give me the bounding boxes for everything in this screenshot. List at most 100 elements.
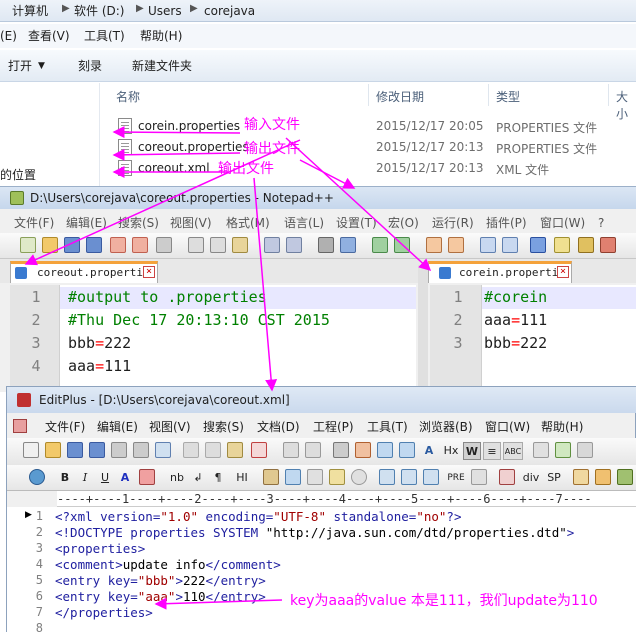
- undo-icon[interactable]: [264, 237, 280, 253]
- span-button[interactable]: SP: [545, 469, 563, 487]
- menu-tools[interactable]: 工具(T): [84, 28, 125, 44]
- menu-help[interactable]: 帮助(H): [541, 419, 583, 435]
- redo-icon[interactable]: [286, 237, 302, 253]
- print-preview-icon[interactable]: [133, 442, 149, 458]
- menu-format[interactable]: 格式(M): [226, 215, 270, 231]
- open-button[interactable]: 打开: [8, 58, 32, 74]
- find-icon[interactable]: [333, 442, 349, 458]
- cliptext-window-icon[interactable]: [577, 442, 593, 458]
- save-icon[interactable]: [67, 442, 83, 458]
- menu-tools[interactable]: 工具(T): [367, 419, 408, 435]
- copy-icon[interactable]: [205, 442, 221, 458]
- menu-help[interactable]: ?: [598, 215, 604, 231]
- style-icon[interactable]: [573, 469, 589, 485]
- nav-item-location[interactable]: 的位置: [0, 166, 36, 183]
- save-all-icon[interactable]: [86, 237, 102, 253]
- menu-help[interactable]: 帮助(H): [140, 28, 182, 44]
- div-button[interactable]: div: [521, 469, 541, 487]
- menu-search[interactable]: 搜索(S): [118, 215, 159, 231]
- paste-icon[interactable]: [232, 237, 248, 253]
- abc-icon[interactable]: ABC: [503, 442, 523, 460]
- copyright-icon[interactable]: [351, 469, 367, 485]
- menu-language[interactable]: 语言(L): [284, 215, 324, 231]
- save-icon[interactable]: [64, 237, 80, 253]
- heading-button[interactable]: HI: [231, 469, 253, 487]
- copy-icon[interactable]: [210, 237, 226, 253]
- menu-edit[interactable]: 编辑(E): [97, 419, 138, 435]
- table-icon[interactable]: [379, 469, 395, 485]
- breadcrumb-separator-icon[interactable]: ▶: [190, 3, 198, 14]
- tab-corein-properties[interactable]: corein.properties ×: [428, 261, 572, 283]
- word-wrap-icon[interactable]: W: [463, 442, 481, 460]
- editor-pane-left[interactable]: 1 2 3 4 #output to .properties #Thu Dec …: [10, 285, 416, 393]
- save-all-icon[interactable]: [89, 442, 105, 458]
- breadcrumb-corejava[interactable]: corejava: [204, 3, 255, 19]
- column-header-date[interactable]: 修改日期: [376, 88, 424, 105]
- sync-scroll-icon[interactable]: [426, 237, 442, 253]
- column-header-type[interactable]: 类型: [496, 88, 520, 105]
- breadcrumb-drive[interactable]: 软件 (D:): [74, 3, 124, 19]
- menu-edit[interactable]: (E): [0, 28, 17, 44]
- script-icon[interactable]: [595, 469, 611, 485]
- clip-icon[interactable]: [617, 469, 633, 485]
- menu-window[interactable]: 窗口(W): [485, 419, 530, 435]
- paragraph-button[interactable]: ¶: [211, 469, 225, 487]
- breadcrumb-computer[interactable]: 计算机: [12, 3, 48, 19]
- browser-icon[interactable]: [29, 469, 45, 485]
- delete-icon[interactable]: [251, 442, 267, 458]
- nbsp-button[interactable]: nb: [167, 469, 187, 487]
- close-icon[interactable]: ×: [557, 266, 569, 278]
- font-size-icon[interactable]: A: [421, 442, 437, 460]
- form-icon[interactable]: [423, 469, 439, 485]
- underline-button[interactable]: U: [97, 469, 113, 487]
- menu-project[interactable]: 工程(P): [313, 419, 354, 435]
- tab-coreout-properties[interactable]: coreout.properties ×: [10, 261, 158, 283]
- sync-horizontal-icon[interactable]: [448, 237, 464, 253]
- new-file-icon[interactable]: [23, 442, 39, 458]
- zoom-in-icon[interactable]: [372, 237, 388, 253]
- close-all-icon[interactable]: [132, 237, 148, 253]
- open-file-icon[interactable]: [42, 237, 58, 253]
- column-divider[interactable]: [608, 84, 609, 106]
- close-icon[interactable]: ×: [143, 266, 155, 278]
- paste-icon[interactable]: [227, 442, 243, 458]
- indent-guide-icon[interactable]: [530, 237, 546, 253]
- menu-plugins[interactable]: 插件(P): [486, 215, 527, 231]
- menu-file[interactable]: 文件(F): [45, 419, 85, 435]
- menu-search[interactable]: 搜索(S): [203, 419, 244, 435]
- function-list-icon[interactable]: [578, 237, 594, 253]
- menu-macro[interactable]: 宏(O): [388, 215, 419, 231]
- directory-window-icon[interactable]: [555, 442, 571, 458]
- horizontal-rule-icon[interactable]: [307, 469, 323, 485]
- address-bar[interactable]: 计算机 ▶ 软件 (D:) ▶ Users ▶ corejava: [0, 0, 636, 22]
- chevron-down-icon[interactable]: ▼: [38, 58, 45, 74]
- new-file-icon[interactable]: [20, 237, 36, 253]
- menu-browser[interactable]: 浏览器(B): [419, 419, 473, 435]
- breadcrumb-separator-icon[interactable]: ▶: [136, 3, 144, 14]
- menu-edit[interactable]: 编辑(E): [66, 215, 107, 231]
- file-row[interactable]: coreout.xml 2015/12/17 20:13 XML 文件: [105, 158, 636, 179]
- word-wrap-icon[interactable]: [480, 237, 496, 253]
- spell-check-icon[interactable]: [155, 442, 171, 458]
- menu-file[interactable]: 文件(F): [14, 215, 54, 231]
- replace-icon[interactable]: [355, 442, 371, 458]
- open-file-icon[interactable]: [45, 442, 61, 458]
- breadcrumb-users[interactable]: Users: [148, 3, 182, 19]
- cut-icon[interactable]: [183, 442, 199, 458]
- new-folder-button[interactable]: 新建文件夹: [132, 58, 192, 74]
- color-picker-icon[interactable]: [139, 469, 155, 485]
- comment-icon[interactable]: [329, 469, 345, 485]
- print-icon[interactable]: [111, 442, 127, 458]
- breadcrumb-separator-icon[interactable]: ▶: [62, 3, 70, 14]
- hex-view-icon[interactable]: Hx: [441, 442, 461, 460]
- menu-document[interactable]: 文档(D): [257, 419, 300, 435]
- line-number-toggle-icon[interactable]: ≡: [483, 442, 501, 460]
- find-in-files-icon[interactable]: [377, 442, 393, 458]
- close-icon[interactable]: [110, 237, 126, 253]
- menu-settings[interactable]: 设置(T): [336, 215, 377, 231]
- pre-button[interactable]: PRE: [445, 469, 467, 487]
- image-icon[interactable]: [263, 469, 279, 485]
- show-all-chars-icon[interactable]: [502, 237, 518, 253]
- cut-icon[interactable]: [188, 237, 204, 253]
- menu-view[interactable]: 查看(V): [28, 28, 70, 44]
